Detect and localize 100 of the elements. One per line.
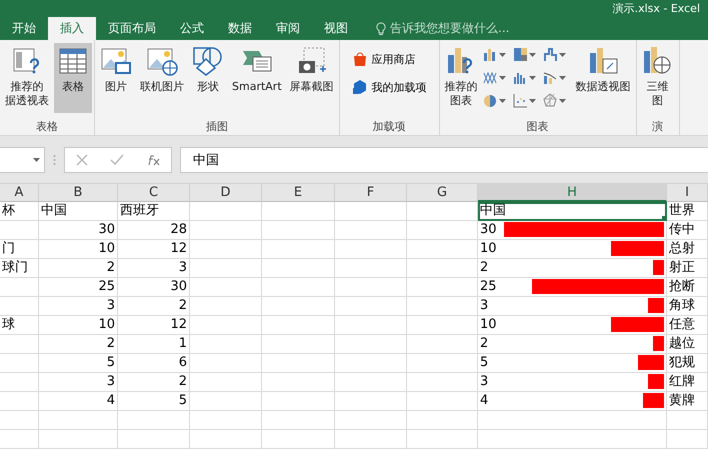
column-header[interactable]: B — [39, 184, 118, 202]
table-cell — [335, 411, 407, 430]
tell-me-placeholder: 告诉我您想要做什么... — [390, 20, 510, 37]
table-cell — [407, 278, 478, 297]
column-header[interactable]: E — [262, 184, 335, 202]
table-cell — [0, 297, 39, 316]
table-cell — [407, 297, 478, 316]
column-header[interactable]: C — [118, 184, 190, 202]
table-cell — [335, 297, 407, 316]
ribbon-button[interactable]: SmartArt — [229, 43, 285, 113]
table-cell: 任意 — [667, 316, 708, 335]
table-cell: 世界 — [667, 202, 708, 221]
ribbon-tab[interactable]: 视图 — [312, 17, 360, 40]
table-cell — [407, 202, 478, 221]
ribbon-button[interactable]: 数据透视图 — [572, 43, 634, 113]
ribbon-button[interactable]: 三维 图 — [638, 43, 677, 113]
table-cell: 2 — [118, 373, 190, 392]
add-ins-button[interactable]: 我的加载项 — [350, 77, 429, 97]
table-cell — [118, 430, 190, 449]
ribbon-button[interactable]: 图片 — [97, 43, 135, 113]
caret-icon — [558, 98, 566, 102]
table-cell: 门 — [0, 240, 39, 259]
caret-icon — [33, 158, 40, 162]
table-cell: 12 — [118, 240, 190, 259]
column-header[interactable]: H — [478, 184, 667, 202]
table-cell: 1 — [118, 335, 190, 354]
group-label: 图表 — [526, 119, 550, 135]
table-cell: 3 — [118, 259, 190, 278]
store-button[interactable]: 应用商店 — [350, 49, 429, 69]
lightbulb-icon — [376, 22, 386, 36]
table-cell: 5 — [478, 354, 667, 373]
tell-me-field[interactable]: 告诉我您想要做什么... — [360, 17, 510, 40]
table-cell — [0, 411, 39, 430]
table-cell — [190, 240, 262, 259]
window-title: 演示.xlsx - Excel — [612, 2, 701, 15]
table-cell — [667, 411, 708, 430]
ribbon-button[interactable]: 联机图片 — [137, 43, 187, 113]
table-cell — [407, 335, 478, 354]
table-cell — [335, 316, 407, 335]
table-cell: 2 — [478, 259, 667, 278]
ribbon-tab[interactable]: 公式 — [168, 17, 216, 40]
table-cell — [118, 411, 190, 430]
table-cell: 30 — [478, 221, 667, 240]
chart-icon — [512, 70, 527, 85]
column-header[interactable]: F — [335, 184, 407, 202]
table-cell — [407, 411, 478, 430]
formula-field[interactable]: 中国 — [180, 146, 708, 172]
ribbon-tab[interactable]: 页面布局 — [96, 17, 168, 40]
table-cell — [0, 430, 39, 449]
ribbon-button[interactable]: 屏幕截图 — [286, 43, 337, 113]
column-header[interactable]: G — [407, 184, 478, 202]
table-cell: 30 — [39, 221, 118, 240]
ribbon-tab[interactable]: 审阅 — [264, 17, 312, 40]
fill-handle[interactable] — [662, 216, 667, 221]
table-cell — [190, 354, 262, 373]
caret-icon — [498, 76, 506, 80]
table-cell — [190, 316, 262, 335]
caret-icon — [498, 98, 506, 102]
group-label: 加载项 — [372, 119, 407, 135]
table-cell: 10 — [39, 240, 118, 259]
table-cell — [335, 221, 407, 240]
ribbon-button[interactable]: 表格 — [54, 43, 92, 113]
table-cell: 10 — [39, 316, 118, 335]
chart-icon — [512, 93, 527, 108]
table-cell: 3 — [478, 373, 667, 392]
ribbon-button[interactable]: 形状 — [189, 43, 227, 113]
table-cell — [407, 354, 478, 373]
chart-icon — [542, 70, 557, 85]
table-cell: 3 — [478, 297, 667, 316]
table-cell — [335, 240, 407, 259]
table-cell: 28 — [118, 221, 190, 240]
table-cell — [190, 221, 262, 240]
caret-icon — [528, 76, 536, 80]
table-cell — [0, 373, 39, 392]
table-cell: 杯 — [0, 202, 39, 221]
ribbon-tab[interactable]: 数据 — [216, 17, 264, 40]
table-cell: 中国 — [478, 202, 667, 221]
table-cell — [190, 278, 262, 297]
table-cell: 25 — [478, 278, 667, 297]
chart-icon — [512, 47, 527, 62]
column-header[interactable]: I — [667, 184, 708, 202]
table-cell: 角球 — [667, 297, 708, 316]
table-cell — [190, 202, 262, 221]
table-cell — [190, 335, 262, 354]
table-cell — [190, 411, 262, 430]
insert-function-icon[interactable] — [146, 154, 160, 166]
table-cell: 射正 — [667, 259, 708, 278]
table-cell: 2 — [118, 297, 190, 316]
table-cell — [407, 430, 478, 449]
caret-icon — [498, 52, 506, 56]
column-header[interactable]: A — [0, 184, 39, 202]
table-cell: 12 — [118, 316, 190, 335]
ribbon-tab[interactable]: 插入 — [48, 17, 96, 40]
table-cell — [335, 430, 407, 449]
table-cell: 球门 — [0, 259, 39, 278]
column-header[interactable]: D — [190, 184, 262, 202]
ribbon-button[interactable]: 推荐的 图表 — [442, 43, 481, 113]
table-cell: 西班牙 — [118, 202, 190, 221]
ribbon-button[interactable]: 推荐的 据透视表 — [2, 43, 52, 113]
ribbon-tab[interactable]: 开始 — [0, 17, 48, 40]
